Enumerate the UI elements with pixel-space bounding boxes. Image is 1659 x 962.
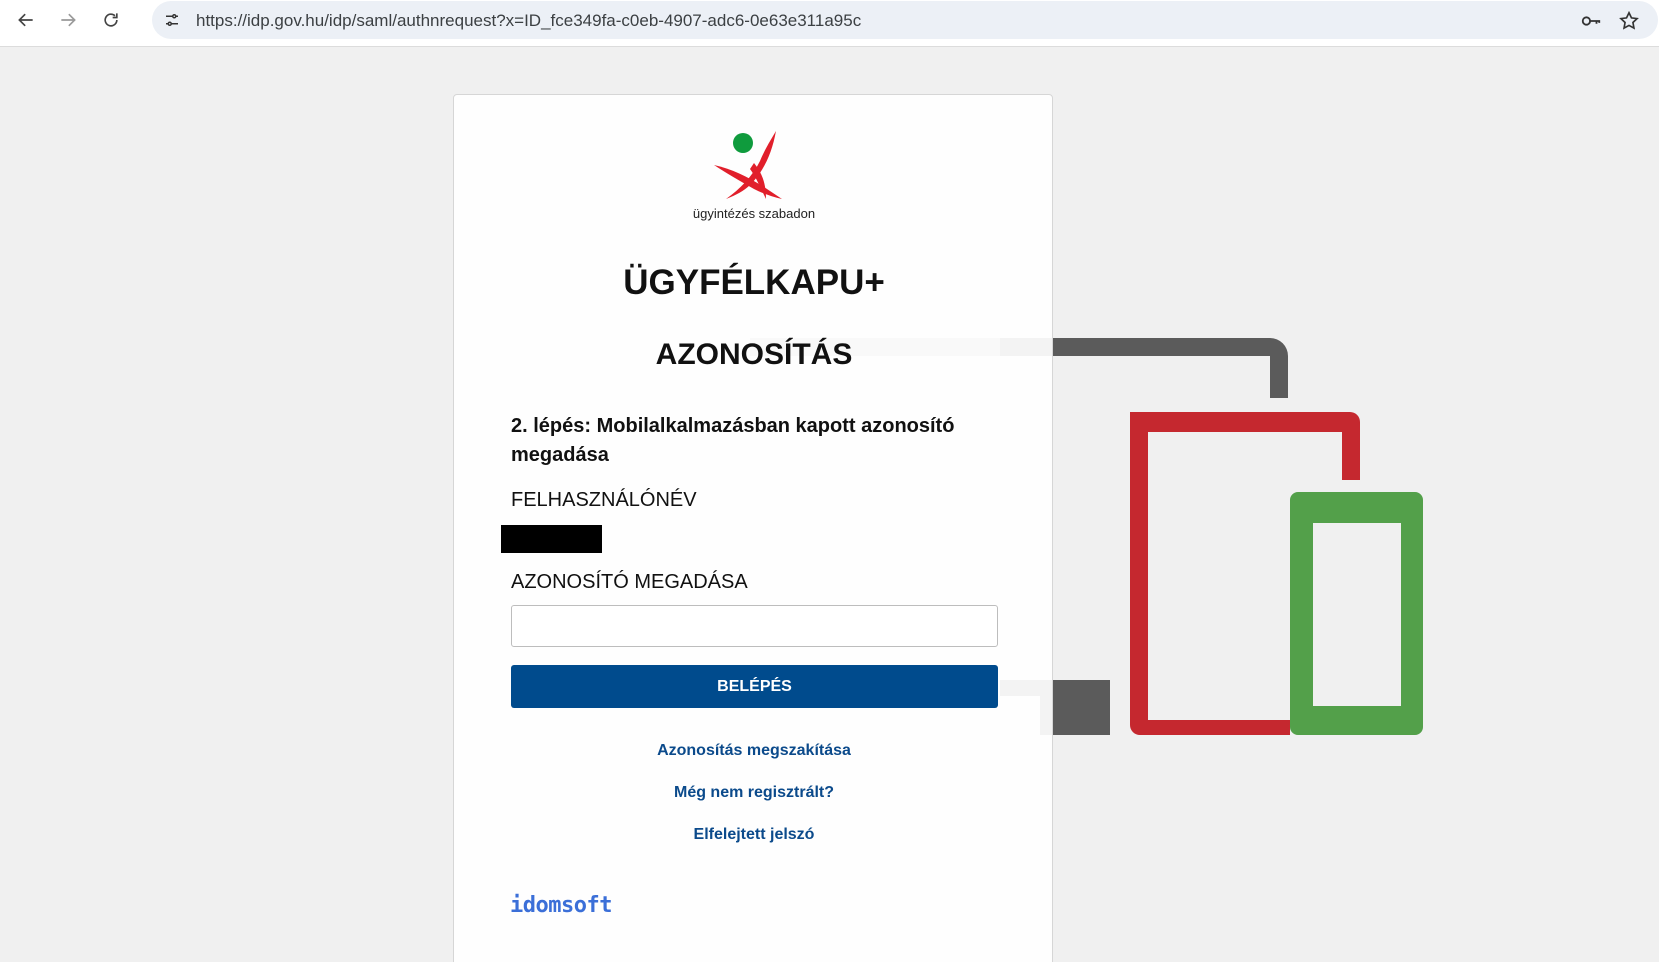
- tablet-outline: [1130, 412, 1360, 735]
- bookmark-star-icon[interactable]: [1618, 10, 1640, 32]
- browser-toolbar: https://idp.gov.hu/idp/saml/authnrequest…: [0, 0, 1659, 47]
- register-link[interactable]: Még nem regisztrált?: [454, 784, 1054, 802]
- code-label: AZONOSÍTÓ MEGADÁSA: [511, 571, 748, 593]
- phone-outline: [1290, 492, 1423, 735]
- logo-tagline: ügyintézés szabadon: [692, 206, 816, 221]
- page-subtitle: AZONOSÍTÁS: [655, 338, 853, 371]
- cancel-authentication-link[interactable]: Azonosítás megszakítása: [454, 742, 1054, 760]
- idomsoft-logo: idomsoft: [510, 893, 612, 918]
- address-bar[interactable]: https://idp.gov.hu/idp/saml/authnrequest…: [152, 1, 1658, 39]
- ugyintezes-logo: ügyintézés szabadon: [454, 131, 1054, 221]
- page-title: ÜGYFÉLKAPU+: [623, 263, 885, 302]
- code-input[interactable]: [511, 605, 998, 647]
- login-button[interactable]: BELÉPÉS: [511, 665, 998, 708]
- url-text[interactable]: https://idp.gov.hu/idp/saml/authnrequest…: [196, 11, 861, 31]
- reload-icon[interactable]: [95, 4, 127, 36]
- site-info-icon[interactable]: [158, 6, 186, 34]
- password-key-icon[interactable]: [1580, 10, 1602, 32]
- forward-arrow-icon[interactable]: [52, 4, 84, 36]
- username-value-redacted: [501, 525, 602, 553]
- username-label: FELHASZNÁLÓNÉV: [511, 489, 697, 511]
- login-card: ügyintézés szabadon ÜGYFÉLKAPU+ AZONOSÍT…: [453, 94, 1053, 962]
- step-instruction: 2. lépés: Mobilalkalmazásban kapott azon…: [511, 415, 955, 466]
- ugyintezes-logo-icon: [714, 131, 782, 199]
- back-arrow-icon[interactable]: [10, 4, 42, 36]
- forgot-password-link[interactable]: Elfelejtett jelszó: [454, 826, 1054, 844]
